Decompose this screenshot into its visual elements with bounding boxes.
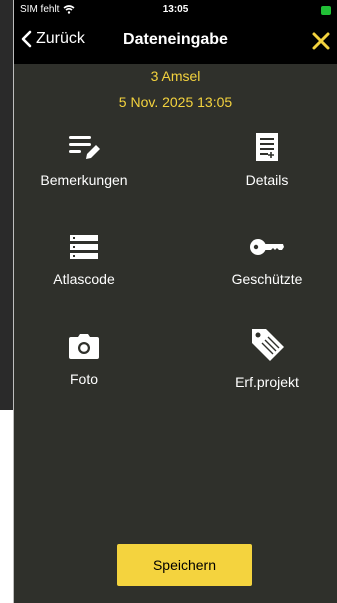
tile-atlascode[interactable]: Atlascode: [14, 233, 154, 313]
observation-datetime: 5 Nov. 2025 13:05: [118, 94, 233, 110]
tile-label-details: Details: [245, 172, 289, 188]
tile-label-erfprojekt: Erf.projekt: [235, 374, 299, 390]
status-time: 13:05: [162, 4, 189, 15]
list-stack-icon: [70, 235, 98, 259]
tile-details[interactable]: Details: [197, 132, 337, 212]
tile-erfprojekt[interactable]: Erf.projekt: [197, 326, 337, 406]
tag-icon: [252, 329, 284, 361]
battery-icon: [321, 6, 331, 15]
notes-edit-icon: [69, 136, 100, 159]
tile-label-bemerkungen: Bemerkungen: [40, 172, 128, 188]
tile-geschuetzte[interactable]: Geschützte: [197, 233, 337, 313]
document-add-icon: [256, 133, 278, 161]
tile-label-atlascode: Atlascode: [53, 271, 115, 287]
tile-label-geschuetzte: Geschützte: [231, 271, 303, 287]
page-title: Dateneingabe: [123, 31, 228, 48]
status-bar: SIM fehlt 13:05: [14, 0, 337, 20]
camera-icon: [69, 334, 99, 359]
close-icon[interactable]: [309, 29, 333, 53]
observation-count-species: 3 Amsel: [150, 68, 201, 84]
left-edge-shade: [0, 0, 14, 410]
tile-bemerkungen[interactable]: Bemerkungen: [14, 132, 154, 212]
tile-foto[interactable]: Foto: [14, 333, 154, 413]
left-edge-strip: [0, 0, 14, 603]
key-icon: [250, 239, 284, 255]
navigation-bar: Zurück Dateneingabe: [14, 20, 337, 64]
tile-label-foto: Foto: [69, 371, 98, 387]
app-screen: SIM fehlt 13:05 Zurück Dateneingabe 3 Am…: [14, 0, 337, 603]
save-button[interactable]: Speichern: [117, 544, 252, 586]
